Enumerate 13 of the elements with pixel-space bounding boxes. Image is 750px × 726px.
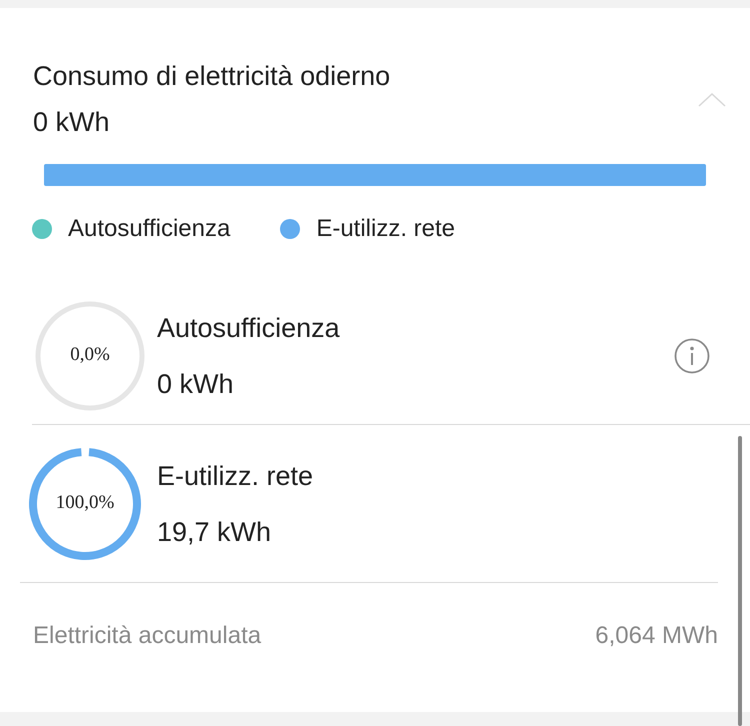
metric-value: 19,7 kWh — [157, 516, 272, 548]
total-value: 0 kWh — [33, 106, 111, 139]
info-icon[interactable] — [674, 338, 710, 374]
section-title: Consumo di elettricità odierno — [33, 60, 392, 93]
metric-label: E-utilizz. rete — [157, 460, 314, 492]
legend-label: Autosufficienza — [68, 214, 230, 244]
percent-text: 100,0% — [56, 491, 114, 516]
metric-value: 0 kWh — [157, 368, 235, 400]
footer-label: Elettricità accumulata — [33, 621, 262, 651]
metric-label: Autosufficienza — [157, 312, 341, 344]
percent-text: 0,0% — [70, 343, 110, 368]
footer-value: 6,064 MWh — [595, 621, 718, 651]
legend-label: E-utilizz. rete — [316, 214, 456, 244]
